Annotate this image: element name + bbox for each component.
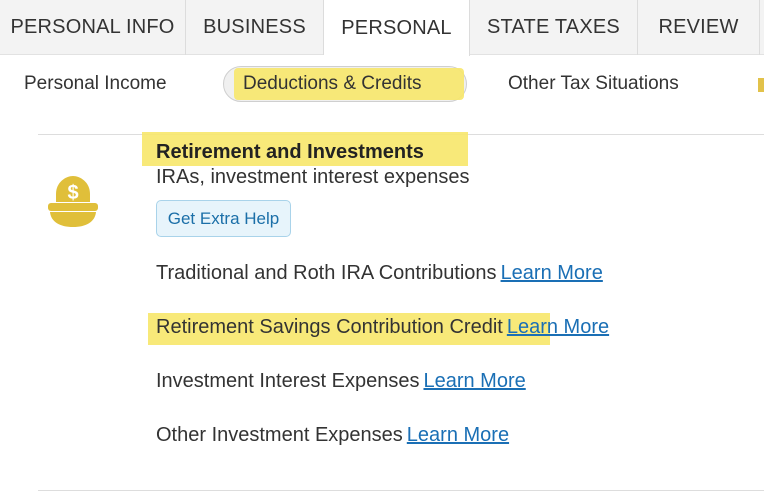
- learn-more-link[interactable]: Learn More: [501, 262, 603, 284]
- tab-label: PERSONAL INFO: [10, 16, 175, 38]
- top-nav: PERSONAL INFO BUSINESS PERSONAL STATE TA…: [0, 0, 764, 56]
- section-divider-bottom: [38, 490, 764, 491]
- section-subtitle: IRAs, investment interest expenses: [156, 166, 470, 188]
- section-title: Retirement and Investments: [156, 141, 424, 163]
- item-label: Retirement Savings Contribution Credit: [156, 316, 503, 338]
- tab-state-taxes[interactable]: STATE TAXES: [470, 0, 638, 55]
- list-item-retirement-savings-credit: Retirement Savings Contribution Credit Le…: [156, 316, 609, 344]
- tab-review[interactable]: REVIEW: [638, 0, 760, 55]
- learn-more-link[interactable]: Learn More: [423, 370, 525, 392]
- learn-more-link[interactable]: Learn More: [507, 316, 609, 338]
- subtab-other-tax-situations[interactable]: Other Tax Situations: [508, 68, 679, 100]
- subtab-deductions-credits[interactable]: Deductions & Credits: [243, 68, 421, 100]
- subtab-overflow-marker: [758, 78, 764, 92]
- svg-text:$: $: [67, 182, 78, 204]
- sub-nav: Personal Income Deductions & Credits Oth…: [0, 56, 764, 112]
- tab-personal-info[interactable]: PERSONAL INFO: [0, 0, 186, 55]
- list-item-investment-interest: Investment Interest Expenses Learn More: [156, 370, 526, 398]
- subtab-label: Other Tax Situations: [508, 73, 679, 94]
- tab-label: STATE TAXES: [487, 16, 620, 38]
- get-extra-help-button[interactable]: Get Extra Help: [156, 200, 291, 237]
- list-item-traditional-roth-ira: Traditional and Roth IRA Contributions Le…: [156, 262, 603, 290]
- tab-overflow: [760, 0, 764, 55]
- subtab-label: Personal Income: [24, 73, 167, 94]
- list-item-other-investment: Other Investment Expenses Learn More: [156, 424, 509, 452]
- subtab-personal-income[interactable]: Personal Income: [24, 68, 167, 100]
- tab-business[interactable]: BUSINESS: [186, 0, 324, 55]
- item-label: Investment Interest Expenses: [156, 370, 420, 392]
- learn-more-link[interactable]: Learn More: [407, 424, 509, 446]
- item-label: Traditional and Roth IRA Contributions: [156, 262, 497, 284]
- tab-label: PERSONAL: [341, 16, 452, 39]
- piggy-bank-dollar-icon: $: [46, 172, 100, 230]
- tab-personal[interactable]: PERSONAL: [324, 0, 470, 56]
- tab-label: BUSINESS: [203, 16, 306, 38]
- subtab-label: Deductions & Credits: [243, 73, 422, 94]
- tab-label: REVIEW: [658, 16, 739, 38]
- item-label: Other Investment Expenses: [156, 424, 403, 446]
